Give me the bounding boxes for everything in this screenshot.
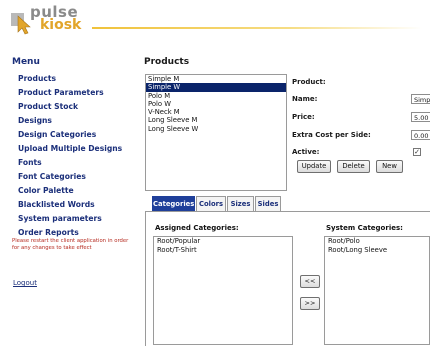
product-option[interactable]: Polo M bbox=[146, 92, 286, 100]
sidebar-item-blacklisted-words[interactable]: Blacklisted Words bbox=[18, 198, 122, 212]
product-form: Product: Name: Simple W Price: 5.00 Extr… bbox=[292, 78, 430, 156]
name-input[interactable]: Simple W bbox=[411, 94, 430, 104]
product-option[interactable]: Simple M bbox=[146, 75, 286, 83]
active-label: Active: bbox=[292, 148, 320, 156]
product-listbox[interactable]: Simple M Simple W Polo M Polo W V-Neck M… bbox=[145, 74, 287, 191]
list-item[interactable]: Root/Popular bbox=[154, 237, 292, 246]
new-button[interactable]: New bbox=[376, 160, 403, 173]
page-title: Products bbox=[144, 57, 190, 67]
product-option[interactable]: V-Neck M bbox=[146, 108, 286, 116]
sidebar-item-color-palette[interactable]: Color Palette bbox=[18, 184, 122, 198]
system-categories-listbox[interactable]: Root/Polo Root/Long Sleeve bbox=[324, 236, 430, 345]
sidebar-menu: Products Product Parameters Product Stoc… bbox=[18, 72, 122, 240]
tab-sizes[interactable]: Sizes bbox=[227, 196, 254, 211]
logout-link[interactable]: Logout bbox=[13, 279, 37, 287]
product-option[interactable]: Long Sleeve M bbox=[146, 116, 286, 124]
sidebar-item-system-parameters[interactable]: System parameters bbox=[18, 212, 122, 226]
sidebar-item-upload-multiple-designs[interactable]: Upload Multiple Designs bbox=[18, 142, 122, 156]
name-label: Name: bbox=[292, 95, 318, 103]
sidebar-item-product-stock[interactable]: Product Stock bbox=[18, 100, 122, 114]
restart-note: Please restart the client application in… bbox=[12, 238, 129, 251]
sidebar-item-design-categories[interactable]: Design Categories bbox=[18, 128, 122, 142]
assign-category-button[interactable]: << bbox=[300, 275, 320, 288]
product-option-selected[interactable]: Simple W bbox=[146, 83, 286, 92]
menu-title: Menu bbox=[12, 57, 40, 67]
sidebar-item-fonts[interactable]: Fonts bbox=[18, 156, 122, 170]
price-label: Price: bbox=[292, 113, 315, 121]
header: pulse kiosk bbox=[0, 0, 430, 48]
price-input[interactable]: 5.00 bbox=[411, 112, 430, 122]
tab-colors[interactable]: Colors bbox=[196, 196, 226, 211]
tab-categories[interactable]: Categories bbox=[152, 196, 195, 211]
list-item[interactable]: Root/Long Sleeve bbox=[325, 246, 429, 255]
assigned-categories-label: Assigned Categories: bbox=[155, 224, 239, 232]
sidebar-item-font-categories[interactable]: Font Categories bbox=[18, 170, 122, 184]
header-divider bbox=[92, 27, 422, 29]
form-heading: Product: bbox=[292, 78, 326, 86]
system-categories-label: System Categories: bbox=[326, 224, 403, 232]
active-checkbox[interactable]: ✓ bbox=[413, 148, 421, 156]
update-button[interactable]: Update bbox=[297, 160, 331, 173]
extra-cost-label: Extra Cost per Side: bbox=[292, 131, 371, 139]
assigned-categories-listbox[interactable]: Root/Popular Root/T-Shirt bbox=[153, 236, 293, 345]
product-option[interactable]: Long Sleeve W bbox=[146, 125, 286, 133]
tab-sides[interactable]: Sides bbox=[255, 196, 281, 211]
product-option[interactable]: Polo W bbox=[146, 100, 286, 108]
logo-text-kiosk: kiosk bbox=[40, 17, 82, 33]
list-item[interactable]: Root/T-Shirt bbox=[154, 246, 292, 255]
sidebar-item-products[interactable]: Products bbox=[18, 72, 122, 86]
unassign-category-button[interactable]: >> bbox=[300, 297, 320, 310]
extra-cost-input[interactable]: 0.00 bbox=[411, 130, 430, 140]
sidebar-item-designs[interactable]: Designs bbox=[18, 114, 122, 128]
list-item[interactable]: Root/Polo bbox=[325, 237, 429, 246]
delete-button[interactable]: Delete bbox=[337, 160, 370, 173]
sidebar-item-product-parameters[interactable]: Product Parameters bbox=[18, 86, 122, 100]
